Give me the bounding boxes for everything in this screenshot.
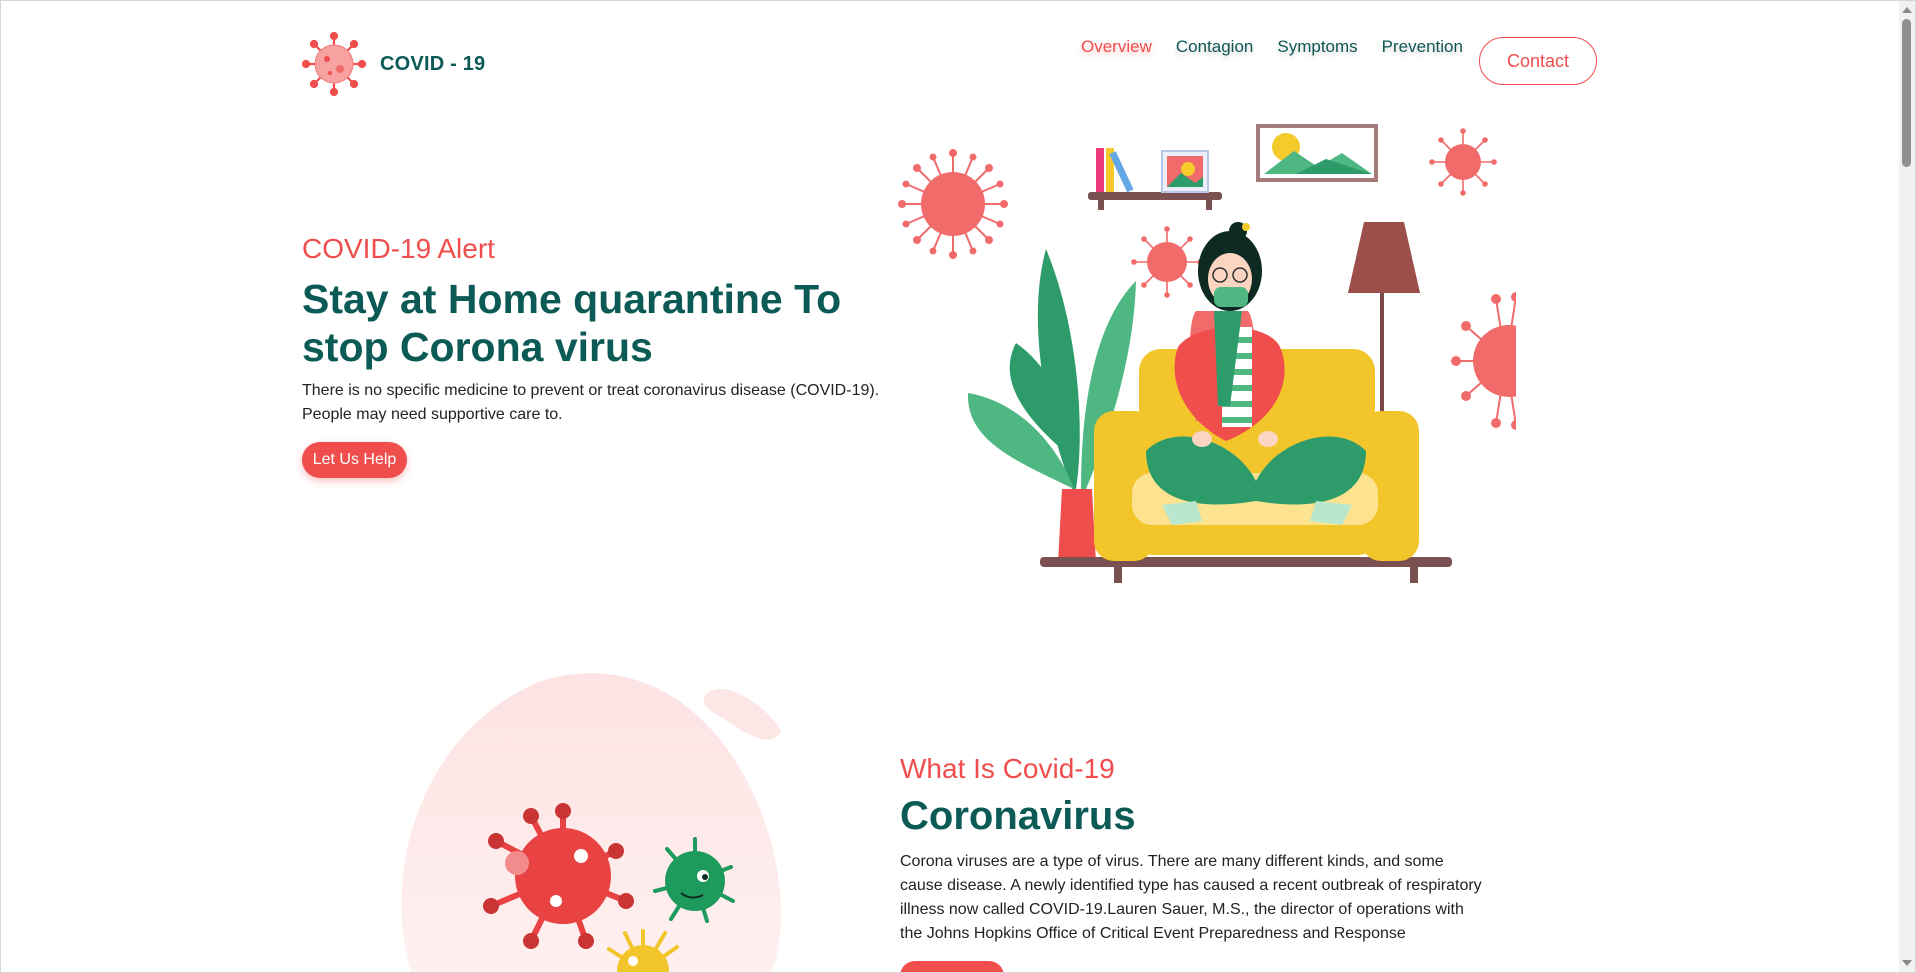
virus-icon (1429, 128, 1497, 196)
about-cta-button[interactable] (900, 961, 1004, 972)
scroll-down-arrow-icon[interactable] (1902, 960, 1912, 966)
nav-overview[interactable]: Overview (1081, 37, 1152, 57)
nav-symptoms[interactable]: Symptoms (1277, 37, 1357, 57)
main-nav: Overview Contagion Symptoms Prevention (1081, 37, 1487, 57)
vertical-scrollbar[interactable] (1899, 1, 1915, 972)
virus-icon (1451, 292, 1516, 430)
contact-button[interactable]: Contact (1479, 37, 1597, 85)
browser-viewport: COVID - 19 Overview Contagion Symptoms P… (0, 0, 1916, 973)
about-description: Corona viruses are a type of virus. Ther… (900, 853, 1482, 942)
shelf-illustration (1088, 148, 1222, 210)
brand-name: COVID - 19 (380, 52, 486, 75)
virus-characters-illustration (401, 673, 781, 972)
hero-kicker: COVID-19 Alert (302, 233, 495, 264)
nav-prevention[interactable]: Prevention (1382, 37, 1463, 57)
site-logo[interactable]: COVID - 19 (302, 31, 485, 97)
let-us-help-button[interactable]: Let Us Help (302, 442, 407, 478)
about-title: Coronavirus (900, 794, 1136, 838)
picture-frame-illustration (1256, 124, 1378, 182)
virus-icon (1131, 226, 1203, 298)
about-kicker: What Is Covid-19 (900, 753, 1115, 784)
scrollbar-thumb[interactable] (1902, 19, 1911, 167)
hero-title: Stay at Home quarantine To stop Corona v… (302, 276, 842, 370)
woman-on-sofa-illustration (898, 124, 1516, 583)
virus-icon (302, 31, 366, 97)
hero-description: There is no specific medicine to prevent… (302, 382, 880, 423)
virus-icon (898, 149, 1008, 259)
scroll-up-arrow-icon[interactable] (1902, 7, 1912, 13)
nav-contagion[interactable]: Contagion (1176, 37, 1254, 57)
